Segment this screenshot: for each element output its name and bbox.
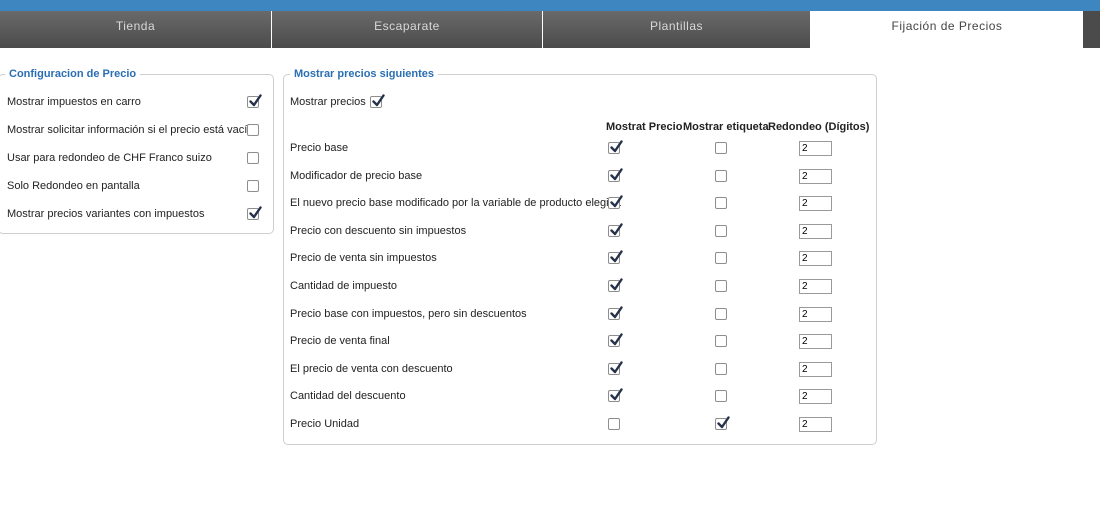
config-option-label: Mostrar solicitar información si el prec… (7, 124, 254, 136)
column-header-show-price: Mostrat Precio (606, 121, 683, 133)
checkmark-icon (610, 361, 623, 373)
checkmark-icon (249, 94, 262, 107)
show-prices-checkbox[interactable] (370, 94, 385, 108)
rounding-digits-input[interactable] (799, 251, 832, 267)
price-row-label: Cantidad del descuento (290, 390, 406, 403)
show-label-checkbox[interactable] (715, 280, 727, 292)
tab-tienda[interactable]: Tienda (0, 11, 271, 48)
price-row-label: Precio con descuento sin impuestos (290, 224, 467, 237)
config-option-label: Solo Redondeo en pantalla (7, 180, 140, 192)
rounding-digits-input[interactable] (799, 223, 832, 239)
show-price-checkbox[interactable] (608, 167, 623, 182)
rounding-digits-input[interactable] (799, 141, 832, 156)
checkmark-icon (610, 305, 623, 318)
rounding-digits-input[interactable] (799, 168, 832, 184)
tab-bar-end (1083, 11, 1100, 48)
price-config-legend: Configuracion de Precio (9, 68, 137, 80)
show-price-checkbox[interactable] (608, 388, 623, 403)
price-row-label: Modificador de precio base (290, 169, 423, 182)
show-label-checkbox[interactable] (715, 169, 727, 182)
tab-plantillas[interactable]: Plantillas (543, 11, 810, 48)
config-option-checkbox[interactable] (247, 124, 259, 136)
tab-fijacion-de-precios[interactable]: Fijación de Precios (811, 11, 1083, 48)
price-row-label: Precio base (290, 142, 349, 154)
price-row-label: El precio de venta con descuento (290, 362, 453, 375)
show-prices-label: Mostrar precios (290, 96, 366, 108)
show-price-checkbox[interactable] (608, 333, 623, 348)
show-price-checkbox[interactable] (608, 195, 623, 210)
show-price-checkbox[interactable] (608, 361, 623, 375)
config-option-checkbox[interactable] (247, 180, 259, 192)
rounding-digits-input[interactable] (799, 389, 832, 405)
price-row-label: Precio Unidad (290, 418, 360, 430)
show-label-checkbox[interactable] (715, 224, 727, 237)
price-row-label: Precio base con impuestos, pero sin desc… (290, 307, 527, 320)
config-option-label: Mostrar impuestos en carro (7, 96, 141, 108)
checkmark-icon (610, 167, 623, 180)
show-label-checkbox[interactable] (715, 416, 730, 430)
show-label-checkbox[interactable] (715, 197, 727, 210)
show-label-checkbox[interactable] (715, 252, 727, 265)
show-label-checkbox[interactable] (715, 390, 727, 403)
checkmark-icon (372, 94, 385, 107)
rounding-digits-input[interactable] (799, 306, 832, 322)
show-price-checkbox[interactable] (608, 305, 623, 320)
column-header-rounding: Redondeo (Dígitos) (768, 121, 870, 133)
tab-escaparate[interactable]: Escaparate (272, 11, 542, 48)
show-label-checkbox[interactable] (715, 142, 727, 154)
checkmark-icon (610, 333, 623, 346)
checkmark-icon (610, 223, 623, 235)
show-price-checkbox[interactable] (608, 418, 620, 430)
checkmark-icon (610, 195, 623, 208)
column-header-show-label: Mostrar etiqueta (683, 121, 769, 133)
config-option-checkbox[interactable] (247, 206, 262, 220)
price-row-label: Precio de venta final (290, 335, 390, 348)
checkmark-icon (610, 140, 623, 153)
config-option-checkbox[interactable] (247, 94, 262, 108)
config-option-label: Usar para redondeo de CHF Franco suizo (7, 152, 212, 164)
price-row-label: El nuevo precio base modificado por la v… (290, 197, 621, 210)
tab-divider (542, 11, 543, 48)
price-row-label: Precio de venta sin impuestos (290, 252, 437, 265)
show-label-checkbox[interactable] (715, 362, 727, 375)
config-option-checkbox[interactable] (247, 152, 259, 164)
checkmark-icon (610, 278, 623, 291)
show-prices-legend: Mostrar precios siguientes (294, 68, 434, 80)
show-label-checkbox[interactable] (715, 307, 727, 320)
show-price-checkbox[interactable] (608, 278, 623, 292)
rounding-digits-input[interactable] (799, 417, 832, 432)
rounding-digits-input[interactable] (799, 196, 832, 212)
price-row-label: Cantidad de impuesto (290, 280, 398, 292)
top-accent-bar (0, 0, 1100, 11)
checkmark-icon (610, 388, 623, 401)
config-option-label: Mostrar precios variantes con impuestos (7, 208, 205, 220)
show-label-checkbox[interactable] (715, 335, 727, 348)
checkmark-icon (610, 250, 623, 263)
show-price-checkbox[interactable] (608, 223, 623, 237)
show-price-checkbox[interactable] (608, 140, 623, 154)
tab-bar: Tienda Escaparate Plantillas Fijación de… (0, 11, 1100, 48)
show-price-checkbox[interactable] (608, 250, 623, 265)
rounding-digits-input[interactable] (799, 334, 832, 350)
rounding-digits-input[interactable] (799, 361, 832, 377)
rounding-digits-input[interactable] (799, 279, 832, 294)
checkmark-icon (717, 416, 730, 429)
checkmark-icon (249, 206, 262, 219)
tab-divider (810, 11, 811, 48)
tab-divider (271, 11, 272, 48)
